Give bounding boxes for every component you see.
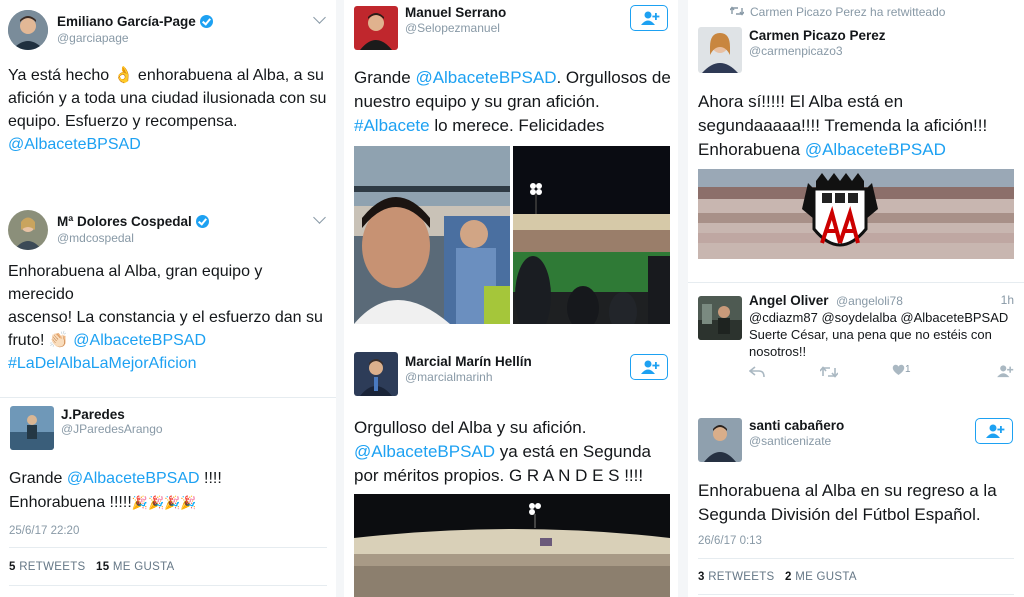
retweet-icon[interactable]	[819, 365, 839, 383]
follow-button[interactable]	[975, 418, 1013, 444]
stats-row: 3 RETWEETS 2 ME GUSTA	[698, 571, 857, 583]
avatar[interactable]	[8, 10, 48, 50]
author-name[interactable]: Manuel Serrano	[405, 5, 506, 20]
tweet-jparedes: J.Paredes @JParedesArango Grande @Albace…	[0, 397, 336, 597]
mention-link[interactable]: @AlbaceteBPSAD	[8, 133, 330, 156]
tweet-manuel-serrano: Manuel Serrano @Selopezmanuel Grande @Al…	[344, 0, 678, 340]
likes-label[interactable]: ME GUSTA	[795, 571, 857, 583]
timestamp[interactable]: 1h	[1001, 293, 1014, 307]
mention-link[interactable]: @AlbaceteBPSAD	[69, 332, 206, 349]
follow-icon	[641, 360, 660, 374]
avatar[interactable]	[354, 6, 398, 50]
divider	[698, 558, 1014, 559]
author-handle[interactable]: @Selopezmanuel	[405, 21, 500, 35]
tweet-text: Grande @AlbaceteBPSAD !!!! Enhorabuena !…	[9, 470, 222, 511]
stats-row: 5 RETWEETS 15 ME GUSTA	[9, 561, 175, 573]
author-name[interactable]: santi cabañero	[749, 418, 844, 433]
author-handle[interactable]: @JParedesArango	[61, 422, 163, 436]
tweet-text: Grande @AlbaceteBPSAD. Orgullosos de nue…	[354, 68, 671, 135]
retweet-context: Carmen Picazo Perez ha retwitteado	[729, 5, 945, 19]
tweet-text: Enhorabuena al Alba en su regreso a la S…	[698, 481, 997, 524]
author-handle[interactable]: @mdcospedal	[57, 231, 134, 245]
mention-link[interactable]: @AlbaceteBPSAD	[415, 68, 556, 87]
mention-link[interactable]: @AlbaceteBPSAD	[354, 442, 495, 461]
author-name[interactable]: Emiliano García-Page	[57, 14, 213, 29]
column-right: Carmen Picazo Perez ha retwitteado Carme…	[688, 0, 1024, 597]
divider	[688, 282, 1024, 283]
follow-icon	[986, 424, 1005, 438]
avatar[interactable]	[354, 352, 398, 396]
verified-icon	[199, 15, 213, 28]
emoji: 👏🏻	[48, 332, 69, 349]
tweet-text: @cdiazm87 @soydelalba @AlbaceteBPSAD Sue…	[749, 310, 1009, 359]
divider	[9, 585, 327, 586]
tweet-cospedal: Mª Dolores Cospedal @mdcospedal Enhorabu…	[0, 200, 336, 395]
emoji: 👌	[113, 67, 134, 84]
tweet-photo-stadium[interactable]	[513, 146, 670, 324]
reply-icon[interactable]	[748, 365, 765, 383]
mention-link[interactable]: @AlbaceteBPSAD	[805, 140, 946, 159]
column-left: Emiliano García-Page @garciapage Ya está…	[0, 0, 336, 597]
tweet-text: Orgulloso del Alba y su afición. @Albace…	[354, 418, 652, 485]
tweet-text: Ahora sí!!!!! El Alba está en segundaaaa…	[698, 92, 988, 159]
retweets-count[interactable]: 5	[9, 561, 16, 573]
hashtag-link[interactable]: #LaDelAlbaLaMejorAficion	[8, 352, 332, 375]
likes-label[interactable]: ME GUSTA	[113, 561, 175, 573]
avatar[interactable]	[698, 418, 742, 462]
avatar[interactable]	[10, 406, 54, 450]
hashtag-link[interactable]: #Albacete	[354, 116, 430, 135]
author-name[interactable]: J.Paredes	[61, 407, 125, 422]
follow-button[interactable]	[630, 354, 668, 380]
tweet-photo-stadium-crowd[interactable]	[354, 494, 670, 597]
like-count: 1	[905, 364, 911, 375]
column-gap	[336, 0, 344, 597]
column-middle: Manuel Serrano @Selopezmanuel Grande @Al…	[344, 0, 678, 597]
author-handle[interactable]: @angeloli78	[836, 294, 903, 308]
tweet-garcia-page: Emiliano García-Page @garciapage Ya está…	[0, 0, 336, 200]
divider	[9, 547, 327, 548]
chevron-down-icon[interactable]	[313, 211, 326, 224]
like-action[interactable]: 1	[892, 364, 911, 377]
tweet-santi-cabanero: santi cabañero @santicenizate Enhorabuen…	[688, 402, 1024, 597]
author-handle[interactable]: @marcialmarinh	[405, 370, 493, 384]
tweet-photo-crowd-crest[interactable]	[698, 169, 1014, 259]
author-name[interactable]: Carmen Picazo Perez	[749, 28, 886, 43]
likes-count[interactable]: 15	[96, 561, 109, 573]
follow-icon	[641, 11, 660, 25]
retweets-label[interactable]: RETWEETS	[708, 571, 774, 583]
avatar[interactable]	[8, 210, 48, 250]
tweet-photo-selfie[interactable]	[354, 146, 510, 324]
author-handle[interactable]: @santicenizate	[749, 434, 831, 448]
avatar[interactable]	[698, 296, 742, 340]
divider	[0, 397, 336, 398]
verified-icon	[195, 215, 209, 228]
avatar[interactable]	[698, 27, 742, 73]
tweet-angel-oliver: Angel Oliver @angeloli78 1h @cdiazm87 @s…	[688, 282, 1024, 392]
retweets-label[interactable]: RETWEETS	[19, 561, 85, 573]
emoji: 🎉🎉🎉🎉	[131, 495, 197, 510]
follow-icon[interactable]	[996, 364, 1014, 383]
divider	[698, 594, 1014, 595]
author-line: Angel Oliver @angeloli78	[749, 292, 903, 310]
follow-button[interactable]	[630, 5, 668, 31]
author-handle[interactable]: @garciapage	[57, 31, 129, 45]
retweets-count[interactable]: 3	[698, 571, 705, 583]
timestamp[interactable]: 26/6/17 0:13	[698, 535, 762, 547]
author-name[interactable]: Angel Oliver	[749, 293, 829, 308]
retweet-icon	[729, 5, 745, 19]
column-gap	[678, 0, 688, 597]
tweet-carmen-picazo: Carmen Picazo Perez ha retwitteado Carme…	[688, 0, 1024, 280]
mention-link[interactable]: @AlbaceteBPSAD	[67, 470, 200, 487]
author-name[interactable]: Mª Dolores Cospedal	[57, 214, 209, 229]
tweet-text: Ya está hecho 👌 enhorabuena al Alba, a s…	[8, 64, 330, 156]
chevron-down-icon[interactable]	[313, 11, 326, 24]
author-handle[interactable]: @carmenpicazo3	[749, 44, 843, 58]
tweet-text: Enhorabuena al Alba, gran equipo y merec…	[8, 260, 332, 375]
tweet-marcial-marin: Marcial Marín Hellín @marcialmarinh Orgu…	[344, 340, 678, 597]
likes-count[interactable]: 2	[785, 571, 792, 583]
heart-icon	[892, 364, 905, 375]
timestamp[interactable]: 25/6/17 22:20	[9, 525, 79, 537]
author-name[interactable]: Marcial Marín Hellín	[405, 354, 532, 369]
